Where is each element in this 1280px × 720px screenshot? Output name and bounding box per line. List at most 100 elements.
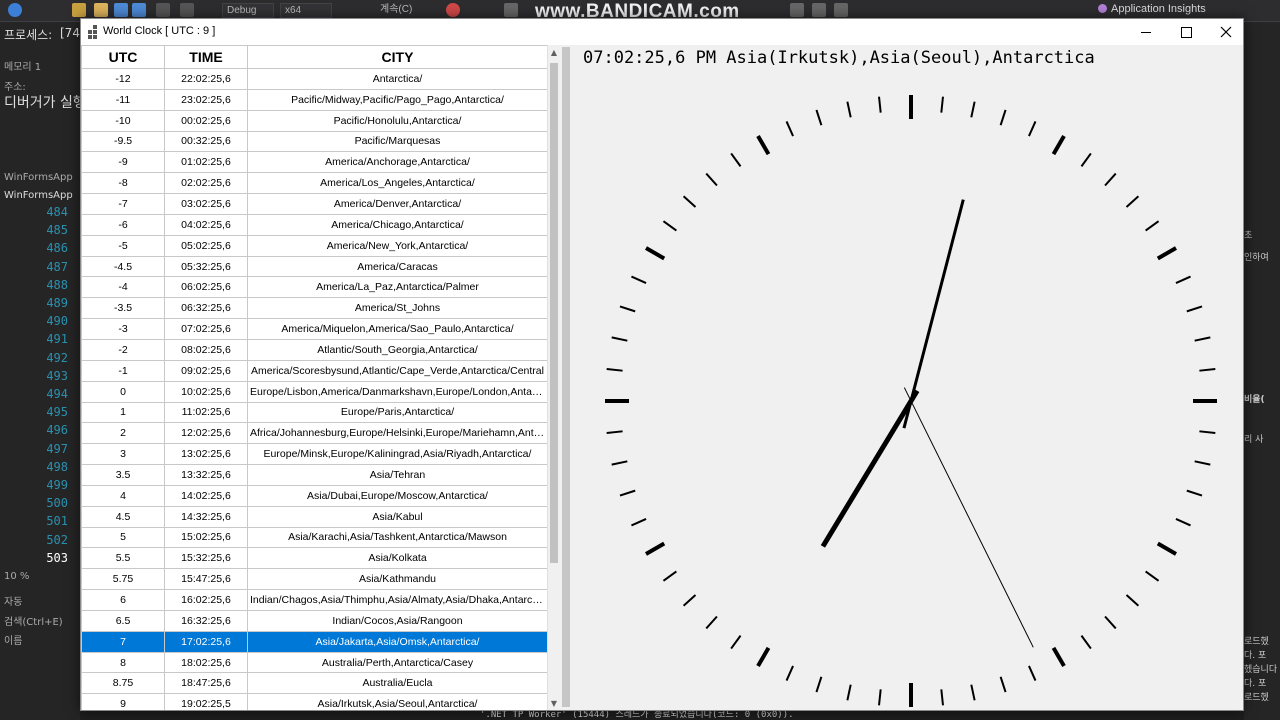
back-icon[interactable] <box>8 3 22 17</box>
city-cell[interactable]: Pacific/Marquesas <box>247 130 548 153</box>
utc-column-header[interactable]: UTC <box>81 45 165 69</box>
time-cell[interactable]: 22:02:25,6 <box>164 68 248 90</box>
utc-cell[interactable]: -9 <box>81 151 165 174</box>
table-row[interactable]: 4.5 14:32:25,6 Asia/Kabul <box>81 505 548 528</box>
table-row[interactable]: 8 18:02:25,6 Australia/Perth,Antarctica/Ca… <box>81 651 548 674</box>
time-cell[interactable]: 02:02:25,6 <box>164 172 248 195</box>
city-cell[interactable]: Europe/Lisbon,America/Danmarkshavn,Europ… <box>247 380 548 403</box>
maximize-button[interactable] <box>1167 19 1205 45</box>
utc-cell[interactable]: 8.75 <box>81 672 165 695</box>
city-cell[interactable]: Europe/Paris,Antarctica/ <box>247 401 548 424</box>
splitter[interactable] <box>559 45 573 710</box>
minimize-button[interactable] <box>1127 19 1165 45</box>
time-cell[interactable]: 04:02:25,6 <box>164 213 248 236</box>
city-cell[interactable]: Asia/Kathmandu <box>247 568 548 591</box>
table-row[interactable]: 1 11:02:25,6 Europe/Paris,Antarctica/ <box>81 401 548 424</box>
save-all-icon[interactable] <box>132 3 146 17</box>
time-cell[interactable]: 15:47:25,6 <box>164 568 248 591</box>
city-cell[interactable]: Asia/Kolkata <box>247 547 548 570</box>
utc-cell[interactable]: -6 <box>81 213 165 236</box>
city-cell[interactable]: Pacific/Midway,Pacific/Pago_Pago,Antarct… <box>247 88 548 111</box>
time-cell[interactable]: 07:02:25,6 <box>164 318 248 340</box>
time-cell[interactable]: 15:32:25,6 <box>164 547 248 570</box>
utc-cell[interactable]: -7 <box>81 193 165 215</box>
table-row[interactable]: -4.5 05:32:25,6 America/Caracas <box>81 255 548 278</box>
autos-tab[interactable]: 자동 <box>4 593 22 608</box>
timezone-grid[interactable]: UTC TIME CITY -12 22:02:25,6 Antarctica/-1… <box>81 45 559 710</box>
utc-cell[interactable]: 3.5 <box>81 464 165 486</box>
redo-icon[interactable] <box>180 3 194 17</box>
city-cell[interactable]: Asia/Dubai,Europe/Moscow,Antarctica/ <box>247 484 548 507</box>
utc-cell[interactable]: -4.5 <box>81 255 165 278</box>
scrollbar-thumb[interactable] <box>550 63 558 563</box>
city-cell[interactable]: Asia/Jakarta,Asia/Omsk,Antarctica/ <box>247 630 548 653</box>
city-cell[interactable]: Asia/Karachi,Asia/Tashkent,Antarctica/Ma… <box>247 526 548 549</box>
city-cell[interactable]: America/St_Johns <box>247 297 548 320</box>
open-folder-icon[interactable] <box>94 3 108 17</box>
city-column-header[interactable]: CITY <box>247 45 548 69</box>
city-cell[interactable]: Europe/Minsk,Europe/Kaliningrad,Asia/Riy… <box>247 443 548 466</box>
table-row[interactable]: 5.5 15:32:25,6 Asia/Kolkata <box>81 547 548 570</box>
table-row[interactable]: -3 07:02:25,6 America/Miquelon,America/Sao… <box>81 318 548 340</box>
utc-cell[interactable]: 6.5 <box>81 609 165 632</box>
diagnostic-icon[interactable] <box>504 3 518 17</box>
search-box[interactable]: 검색(Ctrl+E) <box>4 613 63 628</box>
undo-icon[interactable] <box>156 3 170 17</box>
step-icon[interactable] <box>790 3 804 17</box>
time-cell[interactable]: 05:02:25,6 <box>164 234 248 257</box>
utc-cell[interactable]: -4 <box>81 276 165 299</box>
time-cell[interactable]: 00:02:25,6 <box>164 109 248 132</box>
utc-cell[interactable]: 5.75 <box>81 568 165 591</box>
scroll-down-arrow-icon[interactable]: ▼ <box>548 696 559 710</box>
city-cell[interactable]: Indian/Chagos,Asia/Thimphu,Asia/Almaty,A… <box>247 589 548 611</box>
utc-cell[interactable]: -8 <box>81 172 165 195</box>
city-cell[interactable]: Australia/Perth,Antarctica/Casey <box>247 651 548 674</box>
table-row[interactable]: 3.5 13:32:25,6 Asia/Tehran <box>81 464 548 486</box>
city-cell[interactable]: America/Miquelon,America/Sao_Paulo,Antar… <box>247 318 548 340</box>
city-cell[interactable]: Asia/Kabul <box>247 505 548 528</box>
table-row[interactable]: 5.75 15:47:25,6 Asia/Kathmandu <box>81 568 548 591</box>
save-icon[interactable] <box>114 3 128 17</box>
table-row[interactable]: 6.5 16:32:25,6 Indian/Cocos,Asia/Rangoon <box>81 609 548 632</box>
time-cell[interactable]: 03:02:25,6 <box>164 193 248 215</box>
utc-cell[interactable]: -12 <box>81 68 165 90</box>
city-cell[interactable]: America/Caracas <box>247 255 548 278</box>
table-row[interactable]: 3 13:02:25,6 Europe/Minsk,Europe/Kaliningr… <box>81 443 548 466</box>
time-cell[interactable]: 05:32:25,6 <box>164 255 248 278</box>
table-row[interactable]: -5 05:02:25,6 America/New_York,Antarctica/ <box>81 234 548 257</box>
city-cell[interactable]: America/Denver,Antarctica/ <box>247 193 548 215</box>
utc-cell[interactable]: 5 <box>81 526 165 549</box>
utc-cell[interactable]: -5 <box>81 234 165 257</box>
time-cell[interactable]: 18:47:25,6 <box>164 672 248 695</box>
app-insights-button[interactable]: Application Insights <box>1098 3 1206 15</box>
table-row[interactable]: 5 15:02:25,6 Asia/Karachi,Asia/Tashkent,An… <box>81 526 548 549</box>
utc-cell[interactable]: 1 <box>81 401 165 424</box>
time-cell[interactable]: 10:02:25,6 <box>164 380 248 403</box>
splitter-handle[interactable] <box>562 47 570 707</box>
city-cell[interactable]: Asia/Irkutsk,Asia/Seoul,Antarctica/ <box>247 693 548 710</box>
time-cell[interactable]: 14:02:25,6 <box>164 484 248 507</box>
table-row[interactable]: -4 06:02:25,6 America/La_Paz,Antarctica/Pa… <box>81 276 548 299</box>
time-cell[interactable]: 12:02:25,6 <box>164 422 248 445</box>
utc-cell[interactable]: -9.5 <box>81 130 165 153</box>
city-cell[interactable]: Pacific/Honolulu,Antarctica/ <box>247 109 548 132</box>
time-cell[interactable]: 16:32:25,6 <box>164 609 248 632</box>
time-cell[interactable]: 06:32:25,6 <box>164 297 248 320</box>
city-cell[interactable]: Indian/Cocos,Asia/Rangoon <box>247 609 548 632</box>
table-row[interactable]: -9.5 00:32:25,6 Pacific/Marquesas <box>81 130 548 153</box>
city-cell[interactable]: America/Chicago,Antarctica/ <box>247 213 548 236</box>
table-row[interactable]: -7 03:02:25,6 America/Denver,Antarctica/ <box>81 193 548 215</box>
time-cell[interactable]: 15:02:25,6 <box>164 526 248 549</box>
city-cell[interactable]: Australia/Eucla <box>247 672 548 695</box>
grid-scrollbar[interactable]: ▲ ▼ <box>547 45 559 710</box>
table-row[interactable]: 7 17:02:25,6 Asia/Jakarta,Asia/Omsk,Antarc… <box>81 630 548 653</box>
time-cell[interactable]: 13:32:25,6 <box>164 464 248 486</box>
utc-cell[interactable]: 6 <box>81 589 165 611</box>
time-cell[interactable]: 17:02:25,6 <box>164 630 248 653</box>
platform-combo[interactable]: x64 <box>280 3 332 18</box>
city-cell[interactable]: America/Scoresbysund,Atlantic/Cape_Verde… <box>247 359 548 382</box>
table-row[interactable]: 4 14:02:25,6 Asia/Dubai,Europe/Moscow,Anta… <box>81 484 548 507</box>
utc-cell[interactable]: 3 <box>81 443 165 466</box>
utc-cell[interactable]: 7 <box>81 630 165 653</box>
time-cell[interactable]: 14:32:25,6 <box>164 505 248 528</box>
